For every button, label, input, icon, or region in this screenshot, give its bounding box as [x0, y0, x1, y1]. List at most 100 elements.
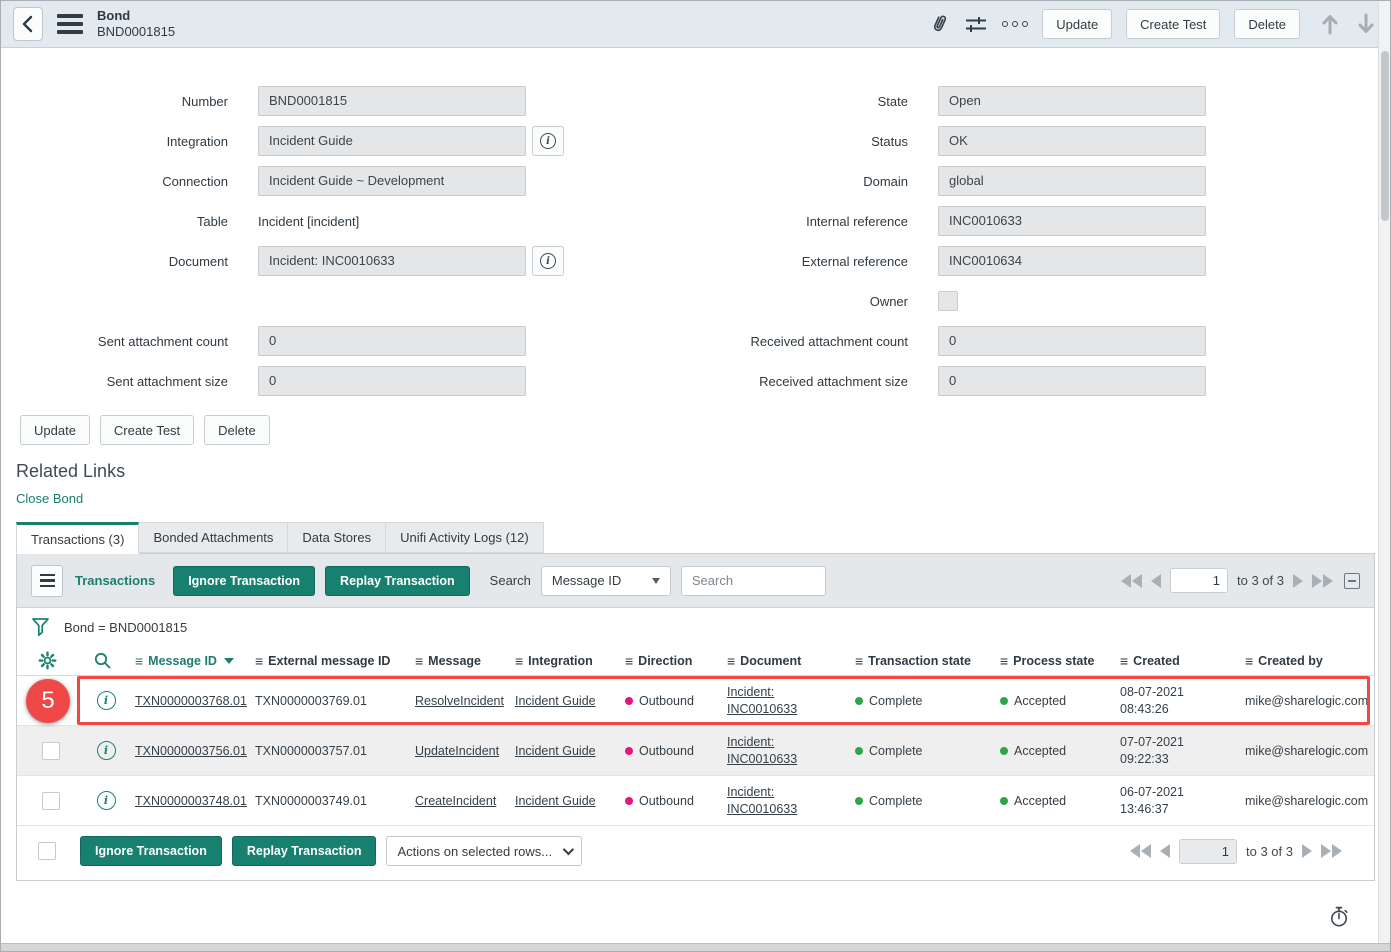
status-label: Status: [568, 121, 938, 161]
filter-funnel-icon[interactable]: [31, 617, 50, 638]
status-field[interactable]: OK: [938, 126, 1206, 156]
table-row[interactable]: i TXN0000003756.01 TXN0000003757.01 Upda…: [17, 726, 1374, 776]
domain-field[interactable]: global: [938, 166, 1206, 196]
tab-transactions[interactable]: Transactions (3): [16, 522, 139, 554]
column-header-message-id[interactable]: ≡ Message ID: [127, 653, 247, 669]
next-record-arrow-icon[interactable]: [1356, 12, 1376, 36]
integration-link[interactable]: Incident Guide: [515, 694, 596, 708]
table-row[interactable]: 5 i TXN0000003768.01 TXN0000003769.01 Re…: [17, 676, 1374, 726]
last-page-icon[interactable]: [1321, 844, 1342, 858]
row-info-icon[interactable]: i: [97, 791, 116, 810]
first-page-icon[interactable]: [1130, 844, 1151, 858]
integration-link[interactable]: Incident Guide: [515, 744, 596, 758]
row-info-icon[interactable]: i: [97, 741, 116, 760]
document-link[interactable]: Incident:INC0010633: [727, 735, 797, 766]
external-reference-field[interactable]: INC0010634: [938, 246, 1206, 276]
integration-info-button[interactable]: i: [532, 126, 564, 156]
attachment-paperclip-icon[interactable]: [928, 13, 950, 35]
update-button[interactable]: Update: [1042, 9, 1112, 39]
page-number-input[interactable]: [1179, 839, 1237, 864]
column-header-created-by[interactable]: ≡Created by: [1237, 653, 1374, 669]
column-header-created[interactable]: ≡Created: [1112, 653, 1237, 669]
tab-data-stores[interactable]: Data Stores: [288, 522, 386, 553]
message-link[interactable]: UpdateIncident: [415, 744, 499, 758]
received-attachment-count-field[interactable]: 0: [938, 326, 1206, 356]
filter-breadcrumb[interactable]: Bond = BND0001815: [64, 620, 187, 635]
form-context-menu-icon[interactable]: [57, 14, 83, 34]
related-list-tabs: Transactions (3) Bonded Attachments Data…: [16, 522, 1390, 553]
message-link[interactable]: CreateIncident: [415, 794, 496, 808]
state-field[interactable]: Open: [938, 86, 1206, 116]
gear-icon[interactable]: [38, 651, 57, 670]
scrollbar-thumb[interactable]: [1381, 51, 1389, 221]
column-header-document[interactable]: ≡Document: [719, 653, 847, 669]
previous-record-arrow-icon[interactable]: [1320, 12, 1340, 36]
personalize-sliders-icon[interactable]: [964, 13, 988, 35]
column-header-transaction-state[interactable]: ≡Transaction state: [847, 653, 992, 669]
state-dot-icon: [855, 747, 863, 755]
close-bond-link[interactable]: Close Bond: [16, 491, 83, 506]
ignore-transaction-button[interactable]: Ignore Transaction: [173, 566, 315, 596]
create-test-button[interactable]: Create Test: [1126, 9, 1220, 39]
tab-unifi-activity-logs[interactable]: Unifi Activity Logs (12): [386, 522, 544, 553]
form-delete-button[interactable]: Delete: [204, 415, 270, 445]
collapse-list-icon[interactable]: [1344, 573, 1360, 589]
owner-field[interactable]: [938, 291, 958, 311]
next-page-icon[interactable]: [1302, 844, 1312, 858]
footer-ignore-transaction-button[interactable]: Ignore Transaction: [80, 836, 222, 866]
next-page-icon[interactable]: [1293, 574, 1303, 588]
tab-bonded-attachments[interactable]: Bonded Attachments: [139, 522, 288, 553]
search-icon[interactable]: [93, 651, 112, 670]
integration-field[interactable]: Incident Guide: [258, 126, 526, 156]
column-menu-icon: ≡: [1000, 653, 1008, 669]
column-header-message[interactable]: ≡Message: [407, 653, 507, 669]
created-value: 07-07-202109:22:33: [1112, 734, 1237, 768]
integration-link[interactable]: Incident Guide: [515, 794, 596, 808]
search-field-select[interactable]: Message ID: [541, 566, 671, 596]
document-link[interactable]: Incident:INC0010633: [727, 685, 797, 716]
replay-transaction-button[interactable]: Replay Transaction: [325, 566, 470, 596]
received-attachment-size-label: Received attachment size: [568, 361, 938, 401]
back-button[interactable]: [13, 7, 43, 41]
document-field[interactable]: Incident: INC0010633: [258, 246, 526, 276]
document-link[interactable]: Incident:INC0010633: [727, 785, 797, 816]
message-id-link[interactable]: TXN0000003756.01: [135, 744, 247, 758]
received-attachment-size-field[interactable]: 0: [938, 366, 1206, 396]
delete-button[interactable]: Delete: [1234, 9, 1300, 39]
column-header-external-message-id[interactable]: ≡External message ID: [247, 653, 407, 669]
previous-page-icon[interactable]: [1160, 844, 1170, 858]
vertical-scrollbar[interactable]: [1378, 1, 1390, 943]
message-id-link[interactable]: TXN0000003748.01: [135, 794, 247, 808]
message-id-link[interactable]: TXN0000003768.01: [135, 694, 247, 708]
number-field[interactable]: BND0001815: [258, 86, 526, 116]
received-attachment-count-label: Received attachment count: [568, 321, 938, 361]
row-checkbox[interactable]: [42, 792, 60, 810]
actions-select[interactable]: Actions on selected rows...: [386, 836, 582, 866]
column-header-integration[interactable]: ≡Integration: [507, 653, 617, 669]
row-info-icon[interactable]: i: [97, 691, 116, 710]
form-update-button[interactable]: Update: [20, 415, 90, 445]
footer-replay-transaction-button[interactable]: Replay Transaction: [232, 836, 377, 866]
page-number-input[interactable]: [1170, 568, 1228, 593]
list-filter-row: Bond = BND0001815: [17, 608, 1374, 646]
select-all-checkbox[interactable]: [38, 842, 56, 860]
column-header-process-state[interactable]: ≡Process state: [992, 653, 1112, 669]
column-header-direction[interactable]: ≡Direction: [617, 653, 719, 669]
search-input[interactable]: [681, 566, 826, 596]
last-page-icon[interactable]: [1312, 574, 1333, 588]
table-row[interactable]: i TXN0000003748.01 TXN0000003749.01 Crea…: [17, 776, 1374, 826]
sent-attachment-size-field[interactable]: 0: [258, 366, 526, 396]
message-link[interactable]: ResolveIncident: [415, 694, 504, 708]
sent-attachment-count-field[interactable]: 0: [258, 326, 526, 356]
previous-page-icon[interactable]: [1151, 574, 1161, 588]
row-checkbox[interactable]: [42, 742, 60, 760]
more-options-icon[interactable]: [1002, 21, 1028, 27]
list-context-menu-icon[interactable]: [31, 565, 63, 597]
connection-field[interactable]: Incident Guide ~ Development: [258, 166, 526, 196]
response-time-stopwatch-icon[interactable]: [1328, 905, 1350, 929]
internal-reference-field[interactable]: INC0010633: [938, 206, 1206, 236]
form-create-test-button[interactable]: Create Test: [100, 415, 194, 445]
document-info-button[interactable]: i: [532, 246, 564, 276]
first-page-icon[interactable]: [1121, 574, 1142, 588]
transactions-list: Transactions Ignore Transaction Replay T…: [16, 553, 1375, 881]
